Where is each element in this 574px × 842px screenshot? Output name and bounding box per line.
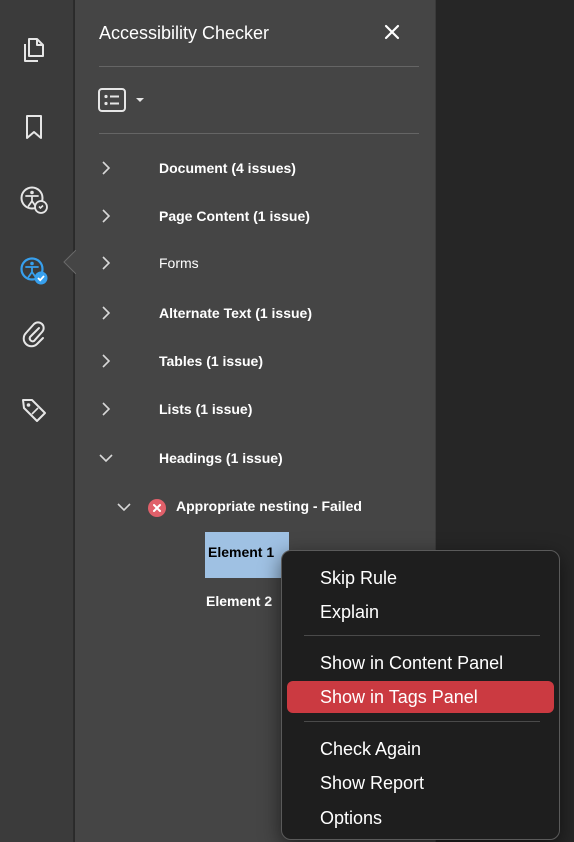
- tree-item-tables[interactable]: Tables (1 issue): [93, 346, 413, 376]
- tree-item-lists[interactable]: Lists (1 issue): [93, 394, 413, 424]
- menu-item-show-report[interactable]: Show Report: [287, 767, 554, 799]
- tree-item-document[interactable]: Document (4 issues): [93, 153, 413, 183]
- menu-item-explain[interactable]: Explain: [287, 596, 554, 628]
- tree-item-label: Tables (1 issue): [159, 353, 264, 369]
- menu-item-skip-rule[interactable]: Skip Rule: [287, 562, 554, 594]
- rule-label: Appropriate nesting - Failed: [176, 498, 362, 514]
- menu-item-show-in-tags-panel[interactable]: Show in Tags Panel: [287, 681, 554, 713]
- tree-item-label: Headings (1 issue): [159, 450, 283, 466]
- options-menu-button[interactable]: [97, 86, 153, 114]
- menu-divider: [304, 635, 540, 636]
- tool-rail: [0, 0, 74, 842]
- bookmark-icon[interactable]: [18, 111, 50, 143]
- failed-status-icon: [148, 499, 166, 517]
- chevron-right-icon[interactable]: [93, 298, 119, 328]
- accessibility-check-icon[interactable]: [18, 255, 50, 287]
- close-icon: [384, 24, 400, 40]
- chevron-down-icon: [136, 98, 144, 102]
- tree-item-headings[interactable]: Headings (1 issue): [93, 443, 413, 473]
- tree-element-2[interactable]: Element 2: [206, 593, 272, 609]
- tree-item-label: Forms: [159, 255, 199, 271]
- list-options-icon: [98, 88, 126, 112]
- header-divider: [99, 66, 419, 67]
- chevron-right-icon[interactable]: [93, 153, 119, 183]
- tree-element-1[interactable]: Element 1: [205, 532, 289, 578]
- menu-item-check-again[interactable]: Check Again: [287, 733, 554, 765]
- tree-item-label: Alternate Text (1 issue): [159, 305, 313, 321]
- tree-item-label: Document (4 issues): [159, 160, 296, 176]
- toolbar-divider: [99, 133, 419, 134]
- menu-item-options[interactable]: Options: [287, 802, 554, 834]
- tag-icon[interactable]: [18, 394, 50, 426]
- panel-title: Accessibility Checker: [99, 23, 270, 43]
- tree-item-label: Lists (1 issue): [159, 401, 253, 417]
- tree-item-forms[interactable]: Forms: [93, 248, 413, 278]
- attachment-icon[interactable]: [18, 318, 50, 350]
- accessibility-icon[interactable]: [18, 184, 50, 216]
- tree-item-alternate-text[interactable]: Alternate Text (1 issue): [93, 298, 413, 328]
- tree-item-label: Page Content (1 issue): [159, 208, 310, 224]
- menu-item-show-in-content-panel[interactable]: Show in Content Panel: [287, 647, 554, 679]
- context-menu: Skip Rule Explain Show in Content Panel …: [281, 550, 560, 840]
- chevron-right-icon[interactable]: [93, 201, 119, 231]
- panel-pointer: [63, 250, 76, 274]
- pages-icon[interactable]: [18, 34, 50, 66]
- chevron-right-icon[interactable]: [93, 248, 119, 278]
- close-button[interactable]: [380, 20, 404, 44]
- chevron-right-icon[interactable]: [93, 346, 119, 376]
- chevron-down-icon[interactable]: [111, 492, 137, 522]
- tree-item-page-content[interactable]: Page Content (1 issue): [93, 201, 413, 231]
- menu-divider: [304, 721, 540, 722]
- chevron-right-icon[interactable]: [93, 394, 119, 424]
- chevron-down-icon[interactable]: [93, 443, 119, 473]
